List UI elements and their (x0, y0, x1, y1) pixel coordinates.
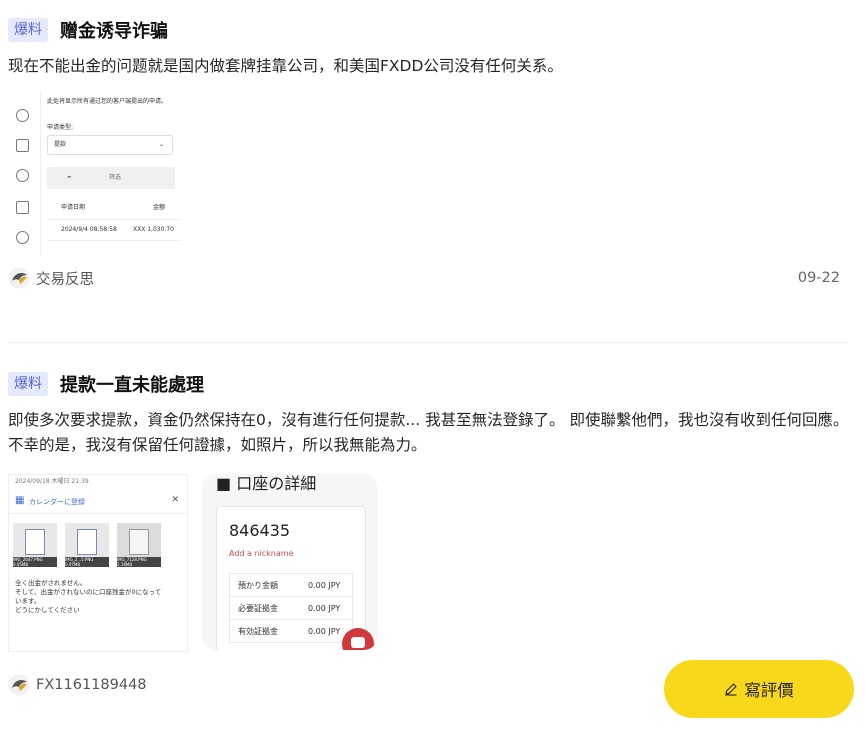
screenshot-select: 提款 ⌄ (47, 135, 173, 155)
author-name[interactable]: FX1161189448 (36, 677, 147, 693)
attachment-list: IMG_2647.PNG 0.05MB IMG_2...5.PNG 0.07MB… (13, 523, 161, 567)
post-card[interactable]: 爆料 提款一直未能處理 即使多次要求提款，資金仍然保持在0，沒有進行任何提款..… (8, 368, 856, 696)
app-sidebar-icons (8, 93, 38, 255)
post-body: 即使多次要求提款，資金仍然保持在0，沒有進行任何提款... 我甚至無法登錄了。 … (8, 411, 849, 454)
attachment: IMG_7128.PNG 2.18MB (117, 523, 161, 567)
add-nickname-link: Add a nickname (229, 549, 294, 558)
account-number: 846435 (229, 521, 291, 540)
screenshot-type-label: 申请类型: (47, 124, 74, 131)
message-text: 全く出金がされません。 そして、出金がされないのに口座残金が0になって います。… (15, 579, 162, 614)
calendar-label: カレンダーに登録 (29, 498, 85, 506)
pencil-icon (725, 683, 737, 696)
post-date: 09-22 (797, 270, 840, 286)
screenshot-header: 此处将显示所有通过您的客户端提出的申请。 (47, 98, 168, 105)
post-body: 现在不能出金的问题就是国内做套牌挂靠公司，和美国FXDD公司没有任何关系。 (8, 57, 563, 75)
screenshot-timestamp: 2024/09/18 木曜日 21:39 (15, 478, 89, 485)
write-review-button[interactable]: 寫評價 (664, 660, 854, 718)
filter-icon: ⏷ (67, 174, 72, 181)
close-icon: ✕ (171, 495, 179, 505)
attachment: IMG_2647.PNG 0.05MB (13, 523, 57, 567)
eagle-avatar-icon (8, 267, 30, 289)
divider (8, 342, 848, 343)
square-icon: ■ (216, 474, 232, 493)
post-screenshot[interactable]: 2024/09/18 木曜日 21:39 ▦ カレンダーに登録 ✕ IMG_26… (8, 474, 188, 652)
category-tag: 爆料 (8, 18, 48, 42)
eagle-avatar-icon (8, 674, 30, 696)
account-table: 預かり金額 0.00 JPY 必要証拠金 0.00 JPY 有効証拠金 0.00 JP… (229, 573, 353, 643)
row-amount: XXX 1,030.70 (133, 226, 174, 233)
col-amount: 金额 (153, 204, 166, 211)
col-date: 申请日期 (61, 204, 86, 211)
calendar-icon: ▦ (15, 495, 25, 506)
row-date: 2024/9/4 08:58:58 (61, 226, 117, 233)
author-name[interactable]: 交易反思 (36, 268, 94, 289)
category-tag: 爆料 (8, 372, 48, 396)
chevron-down-icon: ⌄ (158, 141, 164, 148)
post-author[interactable]: FX1161189448 (8, 674, 147, 696)
screenshot-filter-bar: ⏷ 筛选 (47, 167, 175, 189)
post-author[interactable]: 交易反思 (8, 267, 94, 289)
post-title[interactable]: 提款一直未能處理 (60, 371, 204, 397)
write-review-label: 寫評價 (744, 681, 794, 700)
attachment: IMG_2...5.PNG 0.07MB (65, 523, 109, 567)
post-card[interactable]: 爆料 赠金诱导诈骗 现在不能出金的问题就是国内做套牌挂靠公司，和美国FXDD公司… (8, 14, 856, 289)
post-screenshot[interactable]: 此处将显示所有通过您的客户端提出的申请。 申请类型: 提款 ⌄ ⏷ 筛选 申请日… (8, 93, 186, 255)
post-title[interactable]: 赠金诱导诈骗 (60, 17, 168, 43)
account-card: 846435 Add a nickname 預かり金額 0.00 JPY 必要証拠… (216, 506, 366, 650)
account-heading: ■ 口座の詳細 (216, 474, 317, 493)
chat-bubble-icon (342, 628, 374, 650)
post-screenshot[interactable]: ■ 口座の詳細 846435 Add a nickname 預かり金額 0.00 … (202, 474, 378, 650)
